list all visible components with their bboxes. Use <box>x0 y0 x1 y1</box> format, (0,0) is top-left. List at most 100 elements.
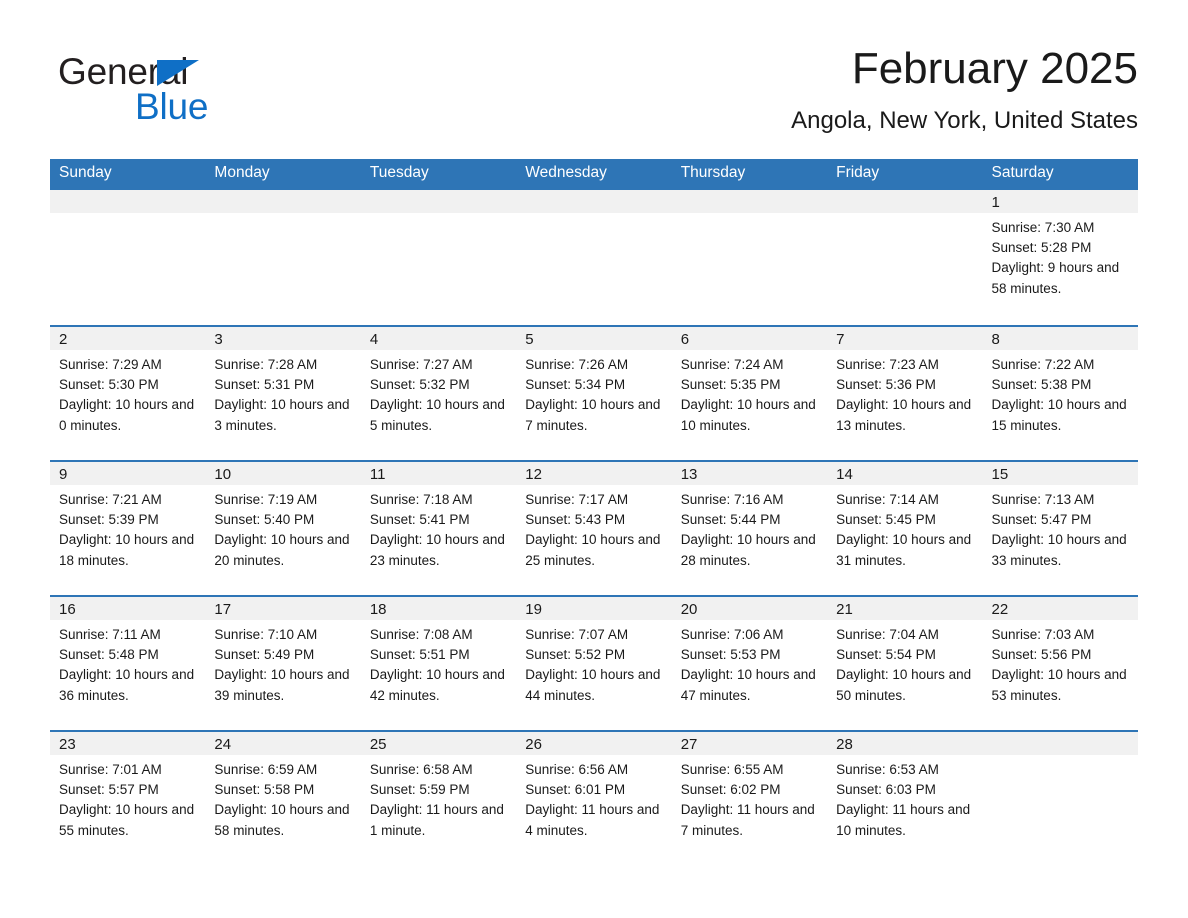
calendar-day-cell[interactable]: 22 Sunrise: 7:03 AM Sunset: 5:56 PM Dayligh… <box>982 595 1138 731</box>
day-details: Sunrise: 6:53 AM Sunset: 6:03 PM Daylight:… <box>827 755 982 841</box>
weekday-header-thursday: Thursday <box>671 159 828 189</box>
daylight-text: Daylight: 10 hours and 42 minutes. <box>369 667 505 703</box>
sunset-text: Sunset: 5:52 PM <box>525 647 626 663</box>
daylight-text: Daylight: 10 hours and 44 minutes. <box>525 667 661 703</box>
day-details: Sunrise: 6:55 AM Sunset: 6:02 PM Daylight:… <box>672 755 827 841</box>
weekday-header-tuesday: Tuesday <box>360 159 517 189</box>
calendar-day-cell[interactable]: 18 Sunrise: 7:08 AM Sunset: 5:51 PM Dayligh… <box>360 595 517 731</box>
daylight-text: Daylight: 11 hours and 1 minute. <box>369 802 504 838</box>
sunset-text: Sunset: 5:41 PM <box>369 512 470 528</box>
sunrise-text: Sunrise: 7:07 AM <box>525 627 629 642</box>
calendar-day-cell[interactable]: 24 Sunrise: 6:59 AM Sunset: 5:58 PM Dayligh… <box>205 730 361 866</box>
sunrise-text: Sunrise: 6:58 AM <box>369 762 473 777</box>
day-details: Sunrise: 7:29 AM Sunset: 5:30 PM Daylight:… <box>50 350 205 436</box>
daylight-text: Daylight: 10 hours and 23 minutes. <box>369 532 505 568</box>
day-details: Sunrise: 7:22 AM Sunset: 5:38 PM Daylight:… <box>983 350 1138 436</box>
daylight-text: Daylight: 10 hours and 18 minutes. <box>59 532 195 568</box>
day-details: Sunrise: 7:17 AM Sunset: 5:43 PM Daylight:… <box>516 485 671 571</box>
sunrise-text: Sunrise: 7:08 AM <box>369 627 473 642</box>
day-details: Sunrise: 7:07 AM Sunset: 5:52 PM Daylight:… <box>516 620 671 706</box>
sunset-text: Sunset: 5:56 PM <box>991 647 1092 663</box>
sunrise-sunset-calendar: Sunday Monday Tuesday Wednesday Thursday… <box>50 159 1138 866</box>
sunset-text: Sunset: 5:30 PM <box>59 377 159 393</box>
calendar-day-cell[interactable]: 21 Sunrise: 7:04 AM Sunset: 5:54 PM Dayligh… <box>827 595 983 731</box>
calendar-day-cell[interactable]: 10 Sunrise: 7:19 AM Sunset: 5:40 PM Dayligh… <box>205 460 361 596</box>
day-number: 28 <box>827 732 983 755</box>
day-number: 2 <box>50 327 206 350</box>
day-number <box>827 190 983 213</box>
calendar-day-cell[interactable]: 27 Sunrise: 6:55 AM Sunset: 6:02 PM Dayligh… <box>671 730 828 866</box>
sunrise-text: Sunrise: 7:29 AM <box>59 357 162 372</box>
day-number: 8 <box>982 327 1138 350</box>
calendar-day-cell[interactable]: 16 Sunrise: 7:11 AM Sunset: 5:48 PM Dayligh… <box>50 595 206 731</box>
daylight-text: Daylight: 10 hours and 10 minutes. <box>680 397 816 433</box>
calendar-day-cell-empty <box>982 730 1138 866</box>
calendar-day-cell[interactable]: 15 Sunrise: 7:13 AM Sunset: 5:47 PM Dayligh… <box>982 460 1138 596</box>
daylight-text: Daylight: 10 hours and 58 minutes. <box>214 802 350 838</box>
daylight-text: Daylight: 10 hours and 5 minutes. <box>369 397 505 433</box>
calendar-day-cell[interactable]: 26 Sunrise: 6:56 AM Sunset: 6:01 PM Dayligh… <box>516 730 672 866</box>
calendar-day-cell[interactable]: 6 Sunrise: 7:24 AM Sunset: 5:35 PM Daylight… <box>671 325 828 461</box>
day-number: 4 <box>360 327 517 350</box>
calendar-day-cell-empty <box>360 188 517 326</box>
calendar-day-cell-empty <box>516 188 672 326</box>
calendar-day-cell[interactable]: 13 Sunrise: 7:16 AM Sunset: 5:44 PM Dayligh… <box>671 460 828 596</box>
calendar-day-cell[interactable]: 5 Sunrise: 7:26 AM Sunset: 5:34 PM Daylight… <box>516 325 672 461</box>
day-details <box>516 213 671 218</box>
daylight-text: Daylight: 9 hours and 58 minutes. <box>991 260 1120 296</box>
calendar-week-row: 23 Sunrise: 7:01 AM Sunset: 5:57 PM Dayligh… <box>50 730 1138 866</box>
calendar-day-cell[interactable]: 14 Sunrise: 7:14 AM Sunset: 5:45 PM Dayligh… <box>827 460 983 596</box>
daylight-text: Daylight: 10 hours and 39 minutes. <box>214 667 350 703</box>
calendar-day-cell[interactable]: 12 Sunrise: 7:17 AM Sunset: 5:43 PM Dayligh… <box>516 460 672 596</box>
day-details: Sunrise: 7:16 AM Sunset: 5:44 PM Daylight:… <box>672 485 827 571</box>
day-number: 3 <box>205 327 361 350</box>
day-number <box>360 190 517 213</box>
daylight-text: Daylight: 10 hours and 31 minutes. <box>836 532 972 568</box>
calendar-day-cell[interactable]: 7 Sunrise: 7:23 AM Sunset: 5:36 PM Daylight… <box>827 325 983 461</box>
day-number: 10 <box>205 462 361 485</box>
calendar-day-cell[interactable]: 2 Sunrise: 7:29 AM Sunset: 5:30 PM Daylight… <box>50 325 206 461</box>
sunrise-text: Sunrise: 6:56 AM <box>525 762 629 777</box>
sunrise-text: Sunrise: 7:26 AM <box>525 357 629 372</box>
day-number: 18 <box>360 597 517 620</box>
calendar-week-row: 9 Sunrise: 7:21 AM Sunset: 5:39 PM Daylight… <box>50 460 1138 596</box>
calendar-day-cell[interactable]: 9 Sunrise: 7:21 AM Sunset: 5:39 PM Daylight… <box>50 460 206 596</box>
day-number: 7 <box>827 327 983 350</box>
sunrise-text: Sunrise: 7:21 AM <box>59 492 162 507</box>
calendar-day-cell[interactable]: 28 Sunrise: 6:53 AM Sunset: 6:03 PM Dayligh… <box>827 730 983 866</box>
day-number: 12 <box>516 462 672 485</box>
daylight-text: Daylight: 10 hours and 20 minutes. <box>214 532 350 568</box>
calendar-day-cell[interactable]: 8 Sunrise: 7:22 AM Sunset: 5:38 PM Daylight… <box>982 325 1138 461</box>
calendar-day-cell[interactable]: 1 Sunrise: 7:30 AM Sunset: 5:28 PM Daylight… <box>982 188 1138 326</box>
title-block: February 2025 Angola, New York, United S… <box>791 42 1138 136</box>
sunrise-text: Sunrise: 6:53 AM <box>836 762 939 777</box>
day-number: 5 <box>516 327 672 350</box>
day-number: 21 <box>827 597 983 620</box>
calendar-day-cell[interactable]: 19 Sunrise: 7:07 AM Sunset: 5:52 PM Dayligh… <box>516 595 672 731</box>
day-number: 23 <box>50 732 206 755</box>
daylight-text: Daylight: 10 hours and 13 minutes. <box>836 397 972 433</box>
calendar-day-cell[interactable]: 11 Sunrise: 7:18 AM Sunset: 5:41 PM Dayligh… <box>360 460 517 596</box>
sunset-text: Sunset: 5:54 PM <box>836 647 936 663</box>
sunset-text: Sunset: 5:34 PM <box>525 377 626 393</box>
calendar-day-cell[interactable]: 3 Sunrise: 7:28 AM Sunset: 5:31 PM Daylight… <box>205 325 361 461</box>
calendar-day-cell[interactable]: 20 Sunrise: 7:06 AM Sunset: 5:53 PM Dayligh… <box>671 595 828 731</box>
page-subtitle: Angola, New York, United States <box>791 107 1138 134</box>
day-details: Sunrise: 7:08 AM Sunset: 5:51 PM Daylight:… <box>361 620 516 706</box>
page-header: General Blue February 2025 Angola, New Y… <box>50 42 1138 150</box>
sunset-text: Sunset: 5:43 PM <box>525 512 626 528</box>
calendar-day-cell[interactable]: 4 Sunrise: 7:27 AM Sunset: 5:32 PM Daylight… <box>360 325 517 461</box>
calendar-day-cell[interactable]: 17 Sunrise: 7:10 AM Sunset: 5:49 PM Dayligh… <box>205 595 361 731</box>
day-details: Sunrise: 7:30 AM Sunset: 5:28 PM Daylight:… <box>983 213 1138 299</box>
sunset-text: Sunset: 5:32 PM <box>369 377 470 393</box>
day-number: 27 <box>671 732 828 755</box>
calendar-day-cell[interactable]: 23 Sunrise: 7:01 AM Sunset: 5:57 PM Dayligh… <box>50 730 206 866</box>
day-details: Sunrise: 7:23 AM Sunset: 5:36 PM Daylight:… <box>827 350 982 436</box>
day-details <box>50 213 205 218</box>
sunset-text: Sunset: 5:57 PM <box>59 782 159 798</box>
sunset-text: Sunset: 5:58 PM <box>214 782 315 798</box>
day-details: Sunrise: 7:11 AM Sunset: 5:48 PM Daylight:… <box>50 620 205 706</box>
calendar-day-cell[interactable]: 25 Sunrise: 6:58 AM Sunset: 5:59 PM Dayligh… <box>360 730 517 866</box>
sunset-text: Sunset: 5:47 PM <box>991 512 1092 528</box>
day-details: Sunrise: 7:01 AM Sunset: 5:57 PM Daylight:… <box>50 755 205 841</box>
